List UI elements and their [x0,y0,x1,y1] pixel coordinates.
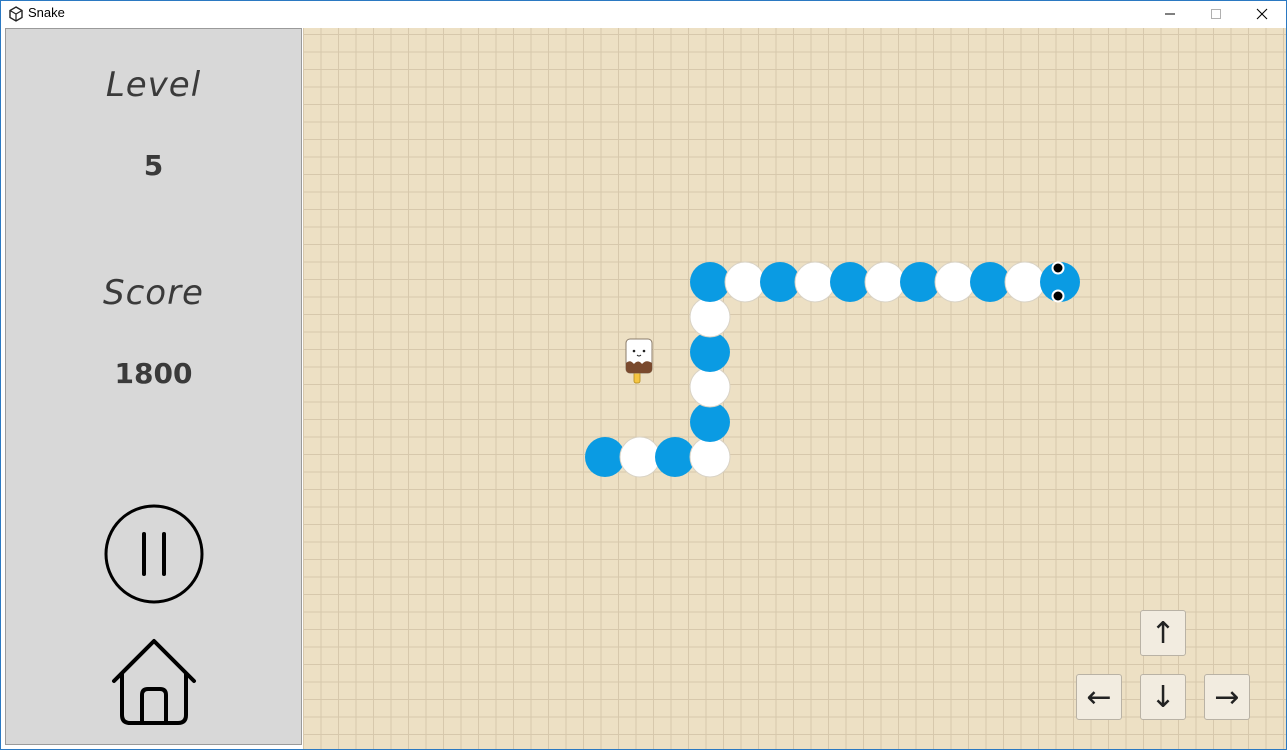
score-label: Score [103,273,204,313]
down-arrow-button[interactable]: ↓ [1140,674,1186,720]
game-window: Snake Level 5 Score 1800 ↑ ← ↓ → [0,0,1287,750]
board-canvas [585,261,1080,478]
level-value: 5 [143,149,164,182]
up-arrow-icon: ↑ [1150,615,1176,651]
right-arrow-icon: → [1214,679,1240,715]
snake-segment-blue [585,437,625,477]
right-arrow-button[interactable]: → [1204,674,1250,720]
snake-segment-white [1004,261,1046,303]
down-arrow-icon: ↓ [1150,679,1176,715]
snake-segment-blue [970,262,1010,302]
left-arrow-button[interactable]: ← [1076,674,1122,720]
snake-eye-pupil [1053,263,1063,273]
snake-segment-white [619,436,661,478]
snake-segment-blue [690,402,730,442]
snake-segment-white [934,261,976,303]
close-button[interactable] [1239,1,1285,27]
title-bar[interactable]: Snake [1,1,1286,27]
snake-segment-white [689,296,731,338]
home-icon [112,639,196,725]
snake-segment-white [724,261,766,303]
snake-eye-pupil [1053,291,1063,301]
maximize-icon [1211,9,1221,19]
snake-segment-blue [900,262,940,302]
pause-button[interactable] [104,504,204,604]
ice-cream-icon [625,338,653,384]
maximize-button[interactable] [1193,1,1239,27]
snake-segment-blue [690,332,730,372]
pause-icon [104,504,204,604]
snake-segment-white [689,436,731,478]
minimize-button[interactable] [1147,1,1193,27]
snake-segment-white [864,261,906,303]
window-title: Snake [28,5,65,20]
snake-segment-blue [690,262,730,302]
snake-segment-blue [760,262,800,302]
snake-segment-white [689,366,731,408]
level-label: Level [105,65,202,105]
up-arrow-button[interactable]: ↑ [1140,610,1186,656]
snake-segment-blue [830,262,870,302]
close-icon [1256,8,1268,20]
unity-logo-icon [9,6,23,22]
side-panel: Level 5 Score 1800 [5,28,302,745]
game-board[interactable] [303,28,1286,749]
snake-segment-blue [655,437,695,477]
score-value: 1800 [114,357,193,390]
home-button[interactable] [110,637,198,727]
left-arrow-icon: ← [1086,679,1112,715]
snake-segment-white [794,261,836,303]
minimize-icon [1165,13,1175,15]
